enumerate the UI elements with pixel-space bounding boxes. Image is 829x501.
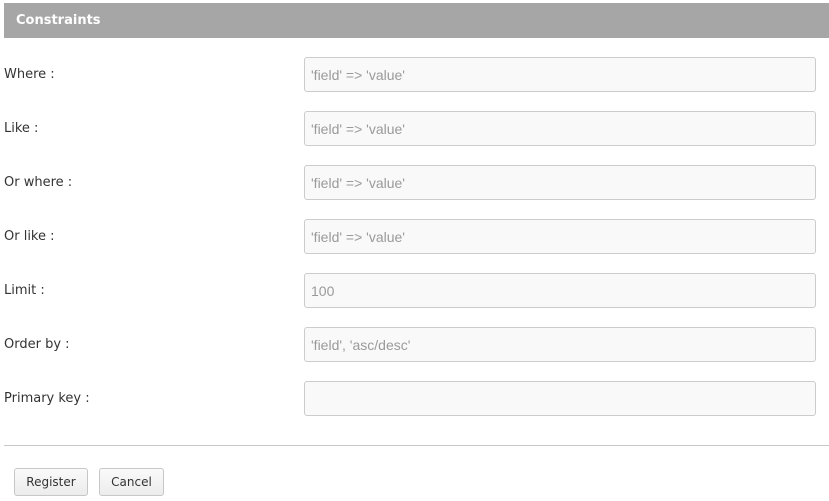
like-input[interactable] [304, 111, 816, 146]
register-button[interactable]: Register [14, 468, 88, 496]
form-row-or-where: Or where : [4, 165, 816, 200]
primary-key-label: Primary key : [4, 391, 90, 406]
or-where-input[interactable] [304, 165, 816, 200]
form-row-like: Like : [4, 111, 816, 146]
limit-label: Limit : [4, 283, 45, 298]
where-input[interactable] [304, 57, 816, 92]
or-like-label: Or like : [4, 229, 55, 244]
like-label: Like : [4, 121, 39, 136]
section-header-constraints: Constraints [4, 3, 829, 38]
or-where-label: Or where : [4, 175, 73, 190]
form-row-limit: Limit : [4, 273, 816, 308]
order-by-input[interactable] [304, 327, 816, 362]
form-row-primary-key: Primary key : [4, 381, 816, 416]
cancel-button[interactable]: Cancel [99, 468, 164, 496]
order-by-label: Order by : [4, 337, 70, 352]
primary-key-input[interactable] [304, 381, 816, 416]
limit-input[interactable] [304, 273, 816, 308]
form-row-where: Where : [4, 57, 816, 92]
or-like-input[interactable] [304, 219, 816, 254]
form-row-order-by: Order by : [4, 327, 816, 362]
constraints-form: Constraints Where : Like : Or where : Or… [0, 0, 829, 501]
where-label: Where : [4, 67, 55, 82]
form-divider [4, 445, 829, 446]
form-row-or-like: Or like : [4, 219, 816, 254]
